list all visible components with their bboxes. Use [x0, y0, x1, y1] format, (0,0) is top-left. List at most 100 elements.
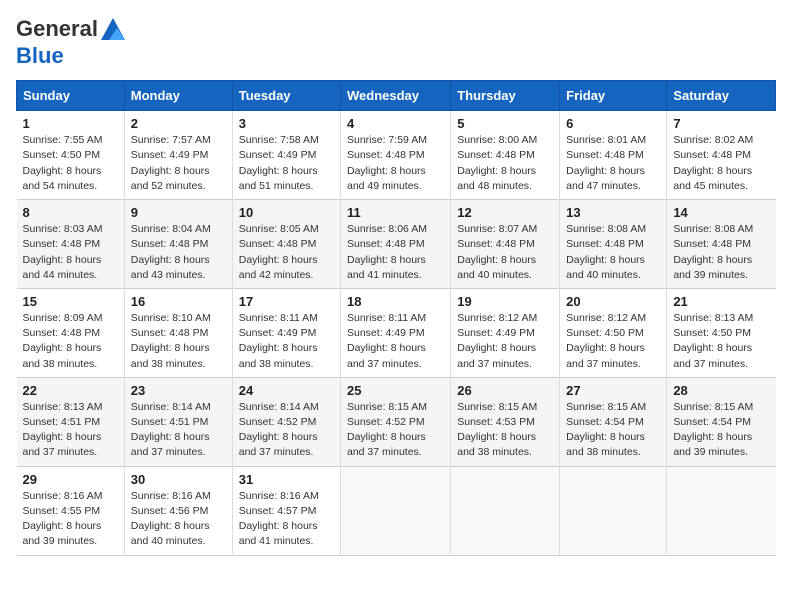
- day-info: Sunrise: 8:08 AMSunset: 4:48 PMDaylight:…: [566, 222, 660, 283]
- day-cell: 11 Sunrise: 8:06 AMSunset: 4:48 PMDayligh…: [341, 200, 451, 289]
- day-info: Sunrise: 8:16 AMSunset: 4:56 PMDaylight:…: [131, 489, 226, 550]
- day-number: 24: [239, 383, 334, 398]
- day-info: Sunrise: 7:59 AMSunset: 4:48 PMDaylight:…: [347, 133, 444, 194]
- day-cell: 17 Sunrise: 8:11 AMSunset: 4:49 PMDayligh…: [232, 288, 340, 377]
- day-info: Sunrise: 8:12 AMSunset: 4:49 PMDaylight:…: [457, 311, 553, 372]
- day-cell: 31Sunrise: 8:16 AMSunset: 4:57 PMDayligh…: [232, 466, 340, 555]
- day-cell: 2 Sunrise: 7:57 AMSunset: 4:49 PMDaylight…: [124, 111, 232, 200]
- logo-general: General: [16, 16, 98, 41]
- week-row-3: 15 Sunrise: 8:09 AMSunset: 4:48 PMDayligh…: [17, 288, 776, 377]
- day-info: Sunrise: 7:58 AMSunset: 4:49 PMDaylight:…: [239, 133, 334, 194]
- logo-blue: Blue: [16, 43, 64, 68]
- day-info: Sunrise: 8:15 AMSunset: 4:53 PMDaylight:…: [457, 400, 553, 461]
- day-number: 15: [23, 294, 118, 309]
- day-cell: 10 Sunrise: 8:05 AMSunset: 4:48 PMDayligh…: [232, 200, 340, 289]
- header-cell-wednesday: Wednesday: [341, 81, 451, 111]
- day-number: 26: [457, 383, 553, 398]
- day-cell: 19Sunrise: 8:12 AMSunset: 4:49 PMDayligh…: [451, 288, 560, 377]
- header-cell-thursday: Thursday: [451, 81, 560, 111]
- day-cell: 8 Sunrise: 8:03 AMSunset: 4:48 PMDaylight…: [17, 200, 125, 289]
- day-cell: 26 Sunrise: 8:15 AMSunset: 4:53 PMDayligh…: [451, 377, 560, 466]
- day-info: Sunrise: 8:14 AMSunset: 4:51 PMDaylight:…: [131, 400, 226, 461]
- day-cell: 15 Sunrise: 8:09 AMSunset: 4:48 PMDayligh…: [17, 288, 125, 377]
- day-info: Sunrise: 8:11 AMSunset: 4:49 PMDaylight:…: [347, 311, 444, 372]
- day-cell: 4 Sunrise: 7:59 AMSunset: 4:48 PMDaylight…: [341, 111, 451, 200]
- day-info: Sunrise: 8:13 AMSunset: 4:51 PMDaylight:…: [23, 400, 118, 461]
- day-info: Sunrise: 8:15 AMSunset: 4:52 PMDaylight:…: [347, 400, 444, 461]
- header-cell-sunday: Sunday: [17, 81, 125, 111]
- day-info: Sunrise: 8:11 AMSunset: 4:49 PMDaylight:…: [239, 311, 334, 372]
- day-cell: 28Sunrise: 8:15 AMSunset: 4:54 PMDayligh…: [667, 377, 776, 466]
- day-number: 27: [566, 383, 660, 398]
- day-cell: 18 Sunrise: 8:11 AMSunset: 4:49 PMDayligh…: [341, 288, 451, 377]
- day-cell: [341, 466, 451, 555]
- header-row: SundayMondayTuesdayWednesdayThursdayFrid…: [17, 81, 776, 111]
- day-cell: 22Sunrise: 8:13 AMSunset: 4:51 PMDayligh…: [17, 377, 125, 466]
- day-info: Sunrise: 8:15 AMSunset: 4:54 PMDaylight:…: [566, 400, 660, 461]
- week-row-2: 8 Sunrise: 8:03 AMSunset: 4:48 PMDaylight…: [17, 200, 776, 289]
- day-info: Sunrise: 8:12 AMSunset: 4:50 PMDaylight:…: [566, 311, 660, 372]
- day-cell: [667, 466, 776, 555]
- day-number: 21: [673, 294, 769, 309]
- day-number: 12: [457, 205, 553, 220]
- day-info: Sunrise: 8:08 AMSunset: 4:48 PMDaylight:…: [673, 222, 769, 283]
- day-number: 5: [457, 116, 553, 131]
- day-number: 28: [673, 383, 769, 398]
- day-info: Sunrise: 7:55 AMSunset: 4:50 PMDaylight:…: [23, 133, 118, 194]
- day-info: Sunrise: 8:03 AMSunset: 4:48 PMDaylight:…: [23, 222, 118, 283]
- week-row-1: 1Sunrise: 7:55 AMSunset: 4:50 PMDaylight…: [17, 111, 776, 200]
- day-cell: 1Sunrise: 7:55 AMSunset: 4:50 PMDaylight…: [17, 111, 125, 200]
- day-number: 10: [239, 205, 334, 220]
- day-info: Sunrise: 8:06 AMSunset: 4:48 PMDaylight:…: [347, 222, 444, 283]
- day-number: 17: [239, 294, 334, 309]
- day-number: 14: [673, 205, 769, 220]
- logo-icon: [99, 16, 127, 44]
- day-info: Sunrise: 7:57 AMSunset: 4:49 PMDaylight:…: [131, 133, 226, 194]
- day-number: 29: [23, 472, 118, 487]
- header-cell-monday: Monday: [124, 81, 232, 111]
- day-number: 2: [131, 116, 226, 131]
- day-cell: 27 Sunrise: 8:15 AMSunset: 4:54 PMDayligh…: [560, 377, 667, 466]
- day-number: 16: [131, 294, 226, 309]
- week-row-4: 22Sunrise: 8:13 AMSunset: 4:51 PMDayligh…: [17, 377, 776, 466]
- day-cell: 16 Sunrise: 8:10 AMSunset: 4:48 PMDayligh…: [124, 288, 232, 377]
- day-cell: 6 Sunrise: 8:01 AMSunset: 4:48 PMDaylight…: [560, 111, 667, 200]
- day-number: 9: [131, 205, 226, 220]
- day-number: 11: [347, 205, 444, 220]
- day-cell: 14 Sunrise: 8:08 AMSunset: 4:48 PMDayligh…: [667, 200, 776, 289]
- day-cell: 29Sunrise: 8:16 AMSunset: 4:55 PMDayligh…: [17, 466, 125, 555]
- day-info: Sunrise: 8:02 AMSunset: 4:48 PMDaylight:…: [673, 133, 769, 194]
- day-cell: 25 Sunrise: 8:15 AMSunset: 4:52 PMDayligh…: [341, 377, 451, 466]
- day-cell: 23 Sunrise: 8:14 AMSunset: 4:51 PMDayligh…: [124, 377, 232, 466]
- calendar-body: 1Sunrise: 7:55 AMSunset: 4:50 PMDaylight…: [17, 111, 776, 555]
- day-cell: 3 Sunrise: 7:58 AMSunset: 4:49 PMDaylight…: [232, 111, 340, 200]
- day-info: Sunrise: 8:14 AMSunset: 4:52 PMDaylight:…: [239, 400, 334, 461]
- header-cell-tuesday: Tuesday: [232, 81, 340, 111]
- day-number: 30: [131, 472, 226, 487]
- page-header: General Blue: [16, 16, 776, 68]
- day-info: Sunrise: 8:09 AMSunset: 4:48 PMDaylight:…: [23, 311, 118, 372]
- week-row-5: 29Sunrise: 8:16 AMSunset: 4:55 PMDayligh…: [17, 466, 776, 555]
- header-cell-friday: Friday: [560, 81, 667, 111]
- day-number: 23: [131, 383, 226, 398]
- day-number: 20: [566, 294, 660, 309]
- day-number: 25: [347, 383, 444, 398]
- day-info: Sunrise: 8:04 AMSunset: 4:48 PMDaylight:…: [131, 222, 226, 283]
- day-cell: 12 Sunrise: 8:07 AMSunset: 4:48 PMDayligh…: [451, 200, 560, 289]
- day-info: Sunrise: 8:05 AMSunset: 4:48 PMDaylight:…: [239, 222, 334, 283]
- day-info: Sunrise: 8:00 AMSunset: 4:48 PMDaylight:…: [457, 133, 553, 194]
- day-cell: 30 Sunrise: 8:16 AMSunset: 4:56 PMDayligh…: [124, 466, 232, 555]
- day-number: 7: [673, 116, 769, 131]
- day-info: Sunrise: 8:01 AMSunset: 4:48 PMDaylight:…: [566, 133, 660, 194]
- day-cell: 24 Sunrise: 8:14 AMSunset: 4:52 PMDayligh…: [232, 377, 340, 466]
- day-info: Sunrise: 8:10 AMSunset: 4:48 PMDaylight:…: [131, 311, 226, 372]
- day-cell: 9 Sunrise: 8:04 AMSunset: 4:48 PMDaylight…: [124, 200, 232, 289]
- day-number: 3: [239, 116, 334, 131]
- day-number: 6: [566, 116, 660, 131]
- day-number: 18: [347, 294, 444, 309]
- day-number: 4: [347, 116, 444, 131]
- day-info: Sunrise: 8:07 AMSunset: 4:48 PMDaylight:…: [457, 222, 553, 283]
- day-number: 8: [23, 205, 118, 220]
- day-cell: 7 Sunrise: 8:02 AMSunset: 4:48 PMDaylight…: [667, 111, 776, 200]
- day-number: 31: [239, 472, 334, 487]
